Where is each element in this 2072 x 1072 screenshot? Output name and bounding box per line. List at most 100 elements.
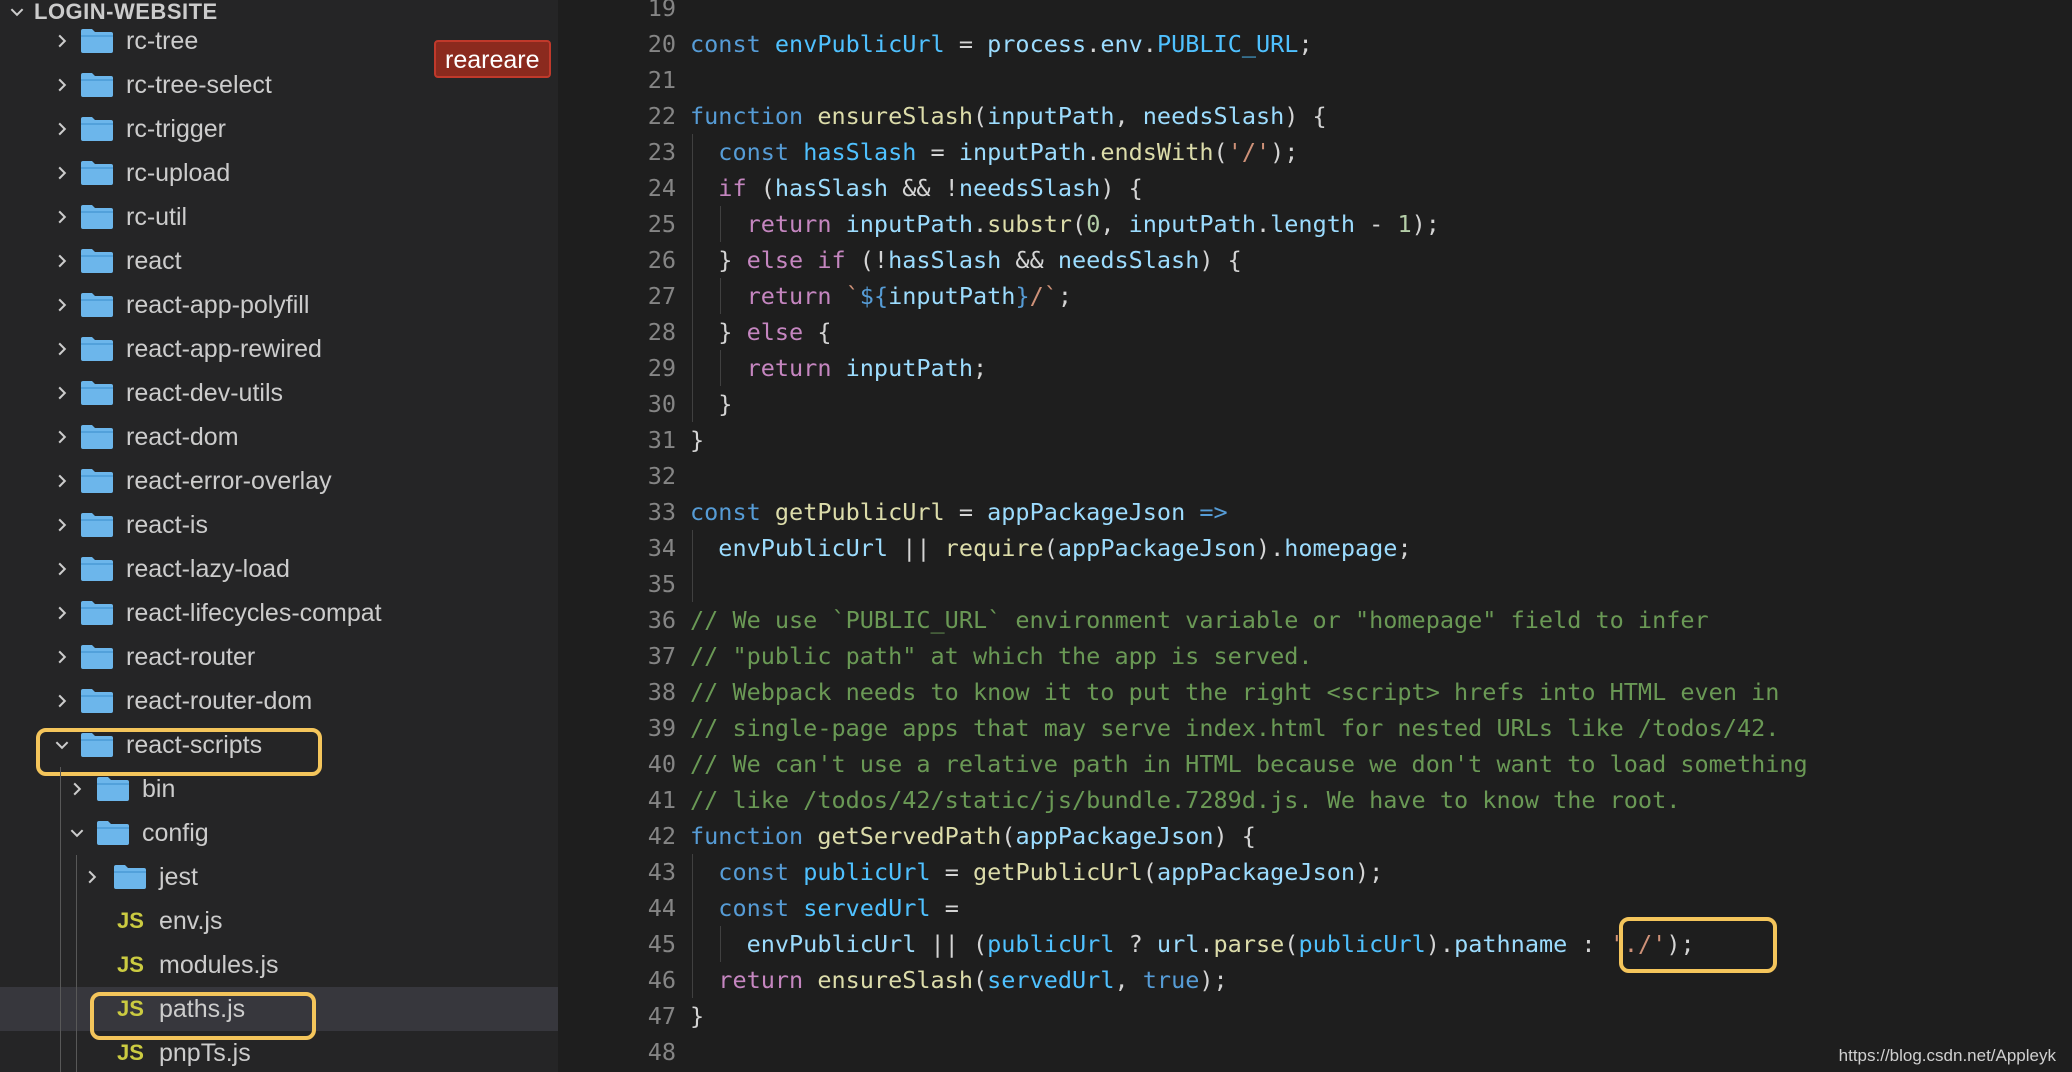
code-token: if — [718, 174, 747, 202]
code-token: hasSlash — [888, 246, 1002, 274]
code-token: substr — [987, 210, 1073, 238]
chevron-right-icon[interactable] — [53, 604, 71, 622]
code-line[interactable]: 40 // We can't use a relative path in HTM… — [558, 746, 2072, 782]
chevron-right-icon[interactable] — [53, 296, 71, 314]
code-text: envPublicUrl || require(appPackageJson).… — [690, 530, 1411, 566]
code-line[interactable]: 20 const envPublicUrl = process.env.PUBLI… — [558, 26, 2072, 62]
tree-item-react-router[interactable]: react-router — [0, 635, 558, 679]
code-line[interactable]: 25 return inputPath.substr(0, inputPath.… — [558, 206, 2072, 242]
chevron-right-icon[interactable] — [53, 384, 71, 402]
code-line[interactable]: 21 — [558, 62, 2072, 98]
code-line[interactable]: 19 — [558, 0, 2072, 26]
tree-item-rc-upload[interactable]: rc-upload — [0, 151, 558, 195]
folder-icon — [81, 469, 113, 493]
code-token: getPublicUrl — [973, 858, 1143, 886]
chevron-right-icon[interactable] — [53, 472, 71, 490]
code-line[interactable]: 23 const hasSlash = inputPath.endsWith('… — [558, 134, 2072, 170]
chevron-right-icon[interactable] — [53, 252, 71, 270]
code-line[interactable]: 38 // Webpack needs to know it to put the… — [558, 674, 2072, 710]
code-token: . — [1142, 30, 1157, 58]
chevron-right-icon[interactable] — [53, 120, 71, 138]
code-line[interactable]: 30 } — [558, 386, 2072, 422]
line-number: 38 — [647, 678, 676, 706]
code-token: . — [1199, 930, 1214, 958]
code-line[interactable]: 22 function ensureSlash(inputPath, needsS… — [558, 98, 2072, 134]
chevron-right-icon[interactable] — [53, 560, 71, 578]
tree-item-react-is[interactable]: react-is — [0, 503, 558, 547]
code-token: homepage — [1284, 534, 1398, 562]
tree-item-react-error-overlay[interactable]: react-error-overlay — [0, 459, 558, 503]
chevron-right-icon[interactable] — [53, 340, 71, 358]
tree-item-react-router-dom[interactable]: react-router-dom — [0, 679, 558, 723]
tree-item-bin[interactable]: bin — [0, 767, 558, 811]
code-line[interactable]: 37 // "public path" at which the app is s… — [558, 638, 2072, 674]
code-token: return — [746, 282, 832, 310]
code-line[interactable]: 35 — [558, 566, 2072, 602]
tree-item-react-lazy-load[interactable]: react-lazy-load — [0, 547, 558, 591]
chevron-right-icon[interactable] — [53, 648, 71, 666]
code-token: , — [1114, 966, 1143, 994]
chevron-right-icon[interactable] — [68, 780, 86, 798]
chevron-right-icon[interactable] — [53, 164, 71, 182]
code-line[interactable]: 32 — [558, 458, 2072, 494]
code-line[interactable]: 47} — [558, 998, 2072, 1034]
tree-item-label: react-lifecycles-compat — [126, 599, 382, 627]
code-line[interactable]: 45 envPublicUrl || (publicUrl ? url.pars… — [558, 926, 2072, 962]
tree-item-react[interactable]: react — [0, 239, 558, 283]
code-line[interactable]: 39 // single-page apps that may serve ind… — [558, 710, 2072, 746]
tree-item-react-dom[interactable]: react-dom — [0, 415, 558, 459]
code-line[interactable]: 28 } else { — [558, 314, 2072, 350]
code-text: } — [690, 998, 704, 1034]
code-line[interactable]: 29 return inputPath; — [558, 350, 2072, 386]
code-line[interactable]: 33 const getPublicUrl = appPackageJson => — [558, 494, 2072, 530]
chevron-right-icon[interactable] — [53, 76, 71, 94]
code-line[interactable]: 26 } else if (!hasSlash && needsSlash) { — [558, 242, 2072, 278]
code-line[interactable]: 31} — [558, 422, 2072, 458]
code-token: envPublicUrl — [718, 534, 889, 562]
tree-item-env-js[interactable]: JS env.js — [0, 899, 558, 943]
code-line[interactable]: 36 // We use `PUBLIC_URL` environment var… — [558, 602, 2072, 638]
code-line[interactable]: 41 // like /todos/42/static/js/bundle.728… — [558, 782, 2072, 818]
code-token: publicUrl — [1298, 930, 1426, 958]
tree-item-modules-js[interactable]: JS modules.js — [0, 943, 558, 987]
tree-item-rc-util[interactable]: rc-util — [0, 195, 558, 239]
chevron-down-icon[interactable] — [68, 824, 86, 842]
code-token: { — [803, 318, 832, 346]
tree-item-react-app-polyfill[interactable]: react-app-polyfill — [0, 283, 558, 327]
chevron-right-icon[interactable] — [53, 208, 71, 226]
code-token: hasSlash — [774, 174, 889, 202]
tree-item-label: react-router-dom — [126, 687, 313, 715]
code-line[interactable]: 24 if (hasSlash && !needsSlash) { — [558, 170, 2072, 206]
tree-item-pnpts-js[interactable]: JS pnpTs.js — [0, 1031, 558, 1072]
folder-icon — [81, 293, 113, 317]
tree-item-jest[interactable]: jest — [0, 855, 558, 899]
chevron-right-icon[interactable] — [53, 428, 71, 446]
chevron-right-icon[interactable] — [53, 692, 71, 710]
tree-item-config[interactable]: config — [0, 811, 558, 855]
tree-item-react-app-rewired[interactable]: react-app-rewired — [0, 327, 558, 371]
code-line[interactable]: 42 function getServedPath(appPackageJson)… — [558, 818, 2072, 854]
code-line[interactable]: 44 const servedUrl = — [558, 890, 2072, 926]
tree-item-react-dev-utils[interactable]: react-dev-utils — [0, 371, 558, 415]
code-line[interactable]: 27 return `${inputPath}/`; — [558, 278, 2072, 314]
code-text: const publicUrl = getPublicUrl(appPackag… — [690, 854, 1383, 890]
code-line[interactable]: 43 const publicUrl = getPublicUrl(appPac… — [558, 854, 2072, 890]
code-token: return — [718, 966, 804, 994]
code-editor[interactable]: 19 20 const envPublicUrl = process.env.PUB… — [558, 0, 2072, 1072]
line-number: 32 — [647, 462, 676, 490]
code-line[interactable]: 46 return ensureSlash(servedUrl, true); — [558, 962, 2072, 998]
tree-item-react-lifecycles-compat[interactable]: react-lifecycles-compat — [0, 591, 558, 635]
line-number: 27 — [647, 282, 676, 310]
code-line[interactable]: 34 envPublicUrl || require(appPackageJso… — [558, 530, 2072, 566]
chevron-right-icon[interactable] — [83, 868, 101, 886]
code-token: else — [746, 318, 804, 346]
chevron-right-icon[interactable] — [53, 32, 71, 50]
code-text: } — [690, 386, 732, 422]
tree-item-rc-trigger[interactable]: rc-trigger — [0, 107, 558, 151]
chevron-right-icon[interactable] — [53, 516, 71, 534]
